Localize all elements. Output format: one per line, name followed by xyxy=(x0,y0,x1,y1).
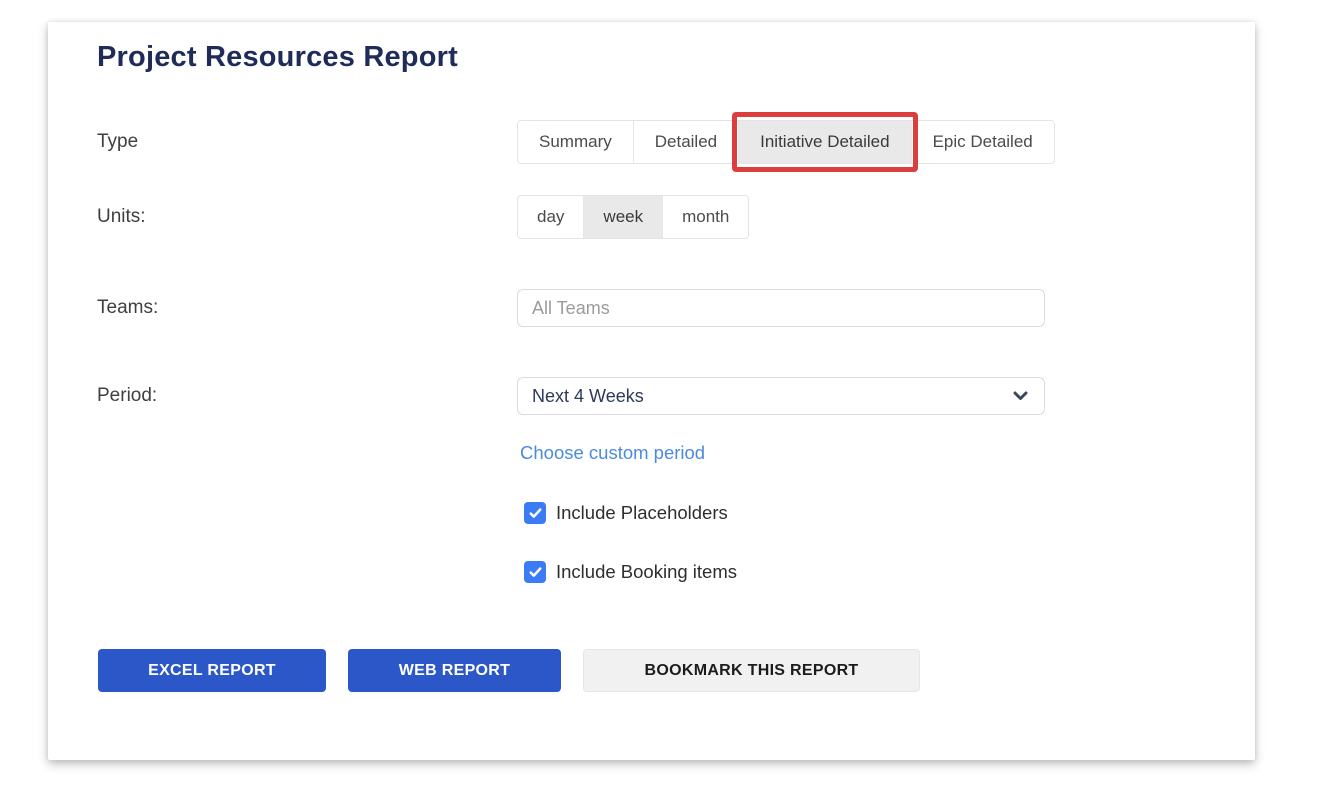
teams-label: Teams: xyxy=(97,297,517,319)
tab-initiative-detailed-label: Initiative Detailed xyxy=(760,132,889,151)
include-booking-items-checkbox[interactable] xyxy=(524,561,546,583)
period-row: Period: Next 4 Weeks xyxy=(97,377,1215,415)
checkmark-icon xyxy=(529,567,542,578)
excel-report-button[interactable]: EXCEL REPORT xyxy=(98,649,326,692)
period-select[interactable]: Next 4 Weeks xyxy=(517,377,1045,415)
include-placeholders-row: Include Placeholders xyxy=(524,502,1215,524)
tab-epic-detailed[interactable]: Epic Detailed xyxy=(912,121,1054,163)
report-settings-card: Project Resources Report Type Summary De… xyxy=(48,22,1255,760)
choose-custom-period-link[interactable]: Choose custom period xyxy=(520,442,705,464)
include-placeholders-label: Include Placeholders xyxy=(556,502,728,524)
page-title: Project Resources Report xyxy=(97,38,1215,76)
actions-row: EXCEL REPORT WEB REPORT BOOKMARK THIS RE… xyxy=(98,649,1215,692)
bookmark-this-report-button[interactable]: BOOKMARK THIS REPORT xyxy=(583,649,920,692)
units-row: Units: day week month xyxy=(97,195,1215,239)
checkmark-icon xyxy=(529,508,542,519)
include-placeholders-checkbox[interactable] xyxy=(524,502,546,524)
tab-detailed[interactable]: Detailed xyxy=(634,121,739,163)
type-label: Type xyxy=(97,131,517,153)
teams-row: Teams: xyxy=(97,289,1215,327)
units-label: Units: xyxy=(97,206,517,228)
tab-summary[interactable]: Summary xyxy=(518,121,634,163)
type-row: Type Summary Detailed Initiative Detaile… xyxy=(97,120,1215,164)
tab-initiative-detailed[interactable]: Initiative Detailed xyxy=(739,121,911,163)
tab-month[interactable]: month xyxy=(663,196,748,238)
period-label: Period: xyxy=(97,385,517,407)
teams-input[interactable] xyxy=(517,289,1045,327)
custom-period-row: Choose custom period xyxy=(97,442,1215,464)
include-booking-items-label: Include Booking items xyxy=(556,561,737,583)
web-report-button[interactable]: WEB REPORT xyxy=(348,649,561,692)
tab-day[interactable]: day xyxy=(518,196,584,238)
include-booking-items-row: Include Booking items xyxy=(524,561,1215,583)
period-select-value: Next 4 Weeks xyxy=(532,386,644,407)
tab-week[interactable]: week xyxy=(584,196,663,238)
chevron-down-icon xyxy=(1013,391,1028,401)
type-tab-group: Summary Detailed Initiative Detailed Epi… xyxy=(517,120,1055,164)
units-tab-group: day week month xyxy=(517,195,749,239)
